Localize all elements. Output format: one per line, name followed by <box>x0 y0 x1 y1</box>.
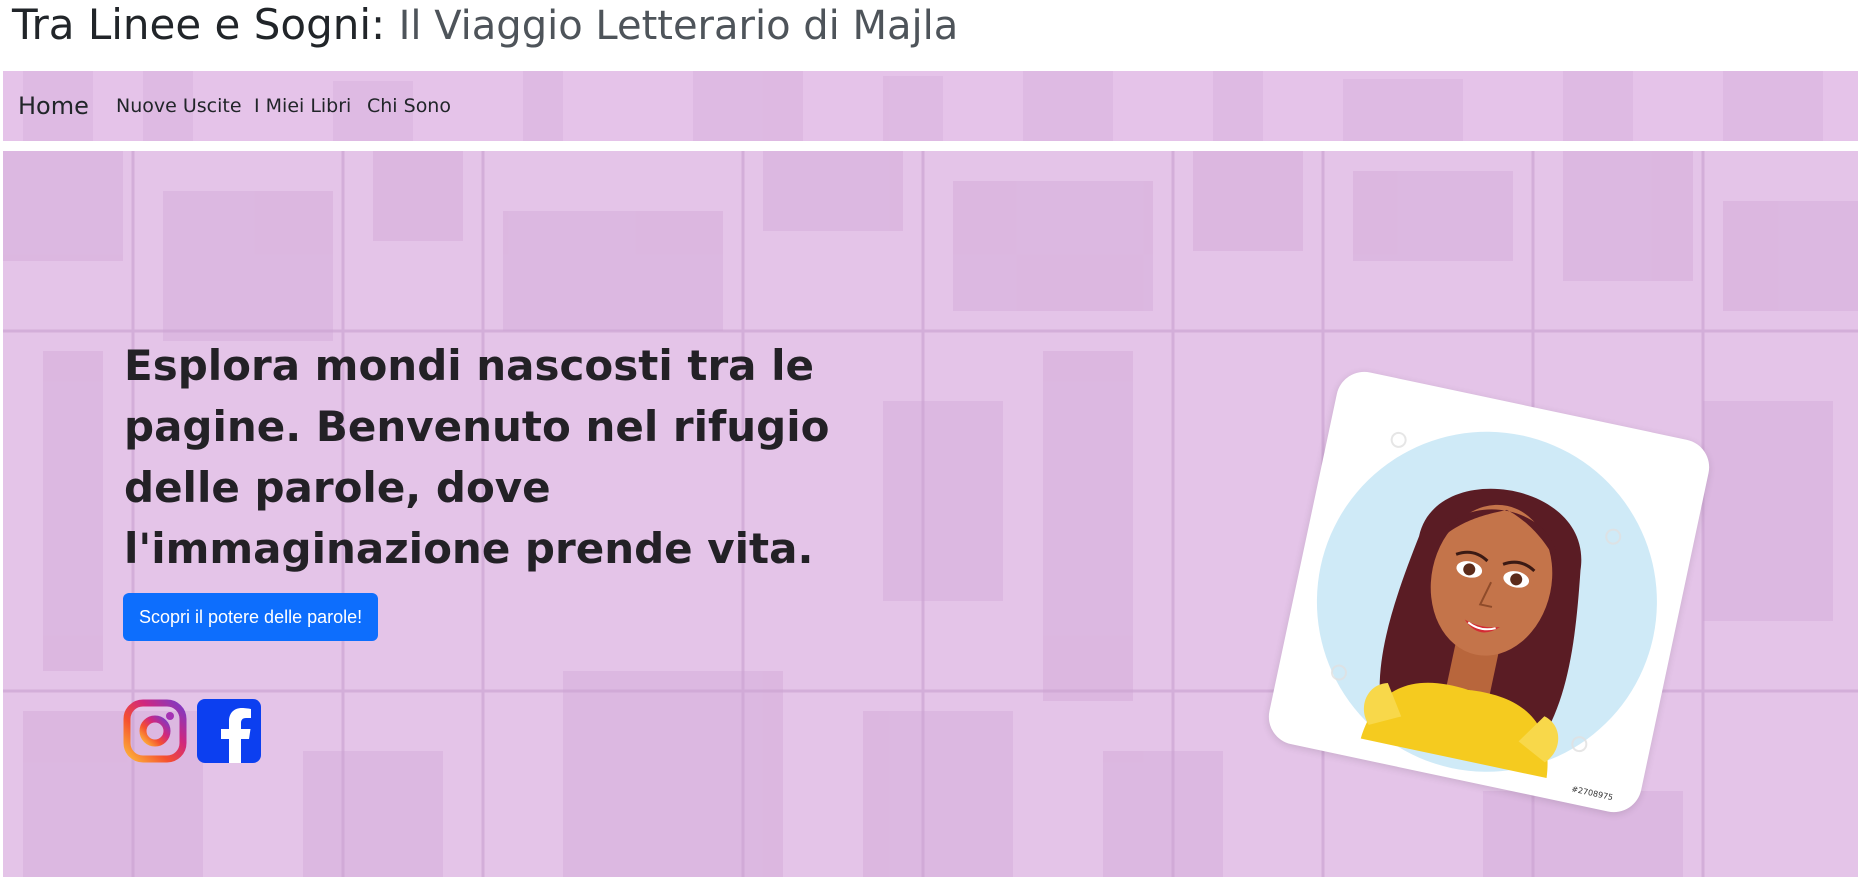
nav-item-chi-sono[interactable]: Chi Sono <box>367 71 451 141</box>
instagram-icon[interactable] <box>123 699 187 763</box>
nav-item-nuove-uscite[interactable]: Nuove Uscite <box>116 71 242 141</box>
site-subtitle: Il Viaggio Letterario di Majla <box>398 3 959 49</box>
author-avatar-card: #2708975 <box>1263 366 1715 818</box>
site-title-main: Tra Linee e Sogni: <box>12 0 386 49</box>
nav-home[interactable]: Home <box>18 71 89 141</box>
hero-headline: Esplora mondi nascosti tra le pagine. Be… <box>124 341 830 573</box>
facebook-icon[interactable] <box>197 699 261 763</box>
cta-button[interactable]: Scopri il potere delle parole! <box>123 593 379 641</box>
navbar: Home Nuove Uscite I Miei Libri Chi Sono <box>3 71 1858 141</box>
site-title: Tra Linee e Sogni: Il Viaggio Letterario… <box>12 0 958 60</box>
author-avatar <box>1316 431 1657 779</box>
hero-section: Esplora mondi nascosti tra le pagine. Be… <box>3 151 1858 877</box>
nav-item-i-miei-libri[interactable]: I Miei Libri <box>254 71 351 141</box>
